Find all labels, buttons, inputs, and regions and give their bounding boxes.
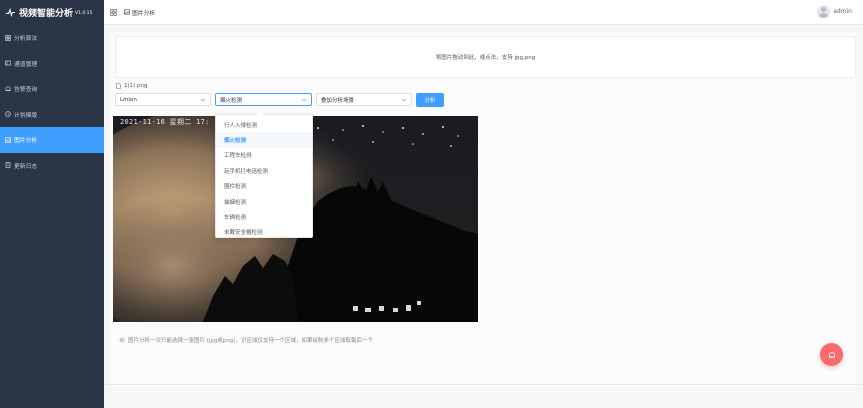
bell-icon [5,86,11,91]
sidebar-item-label: 图片分析 [14,138,38,145]
file-name: 1(1).png [116,83,148,89]
image-icon [5,137,11,143]
app-title: 视频智能分析 [19,8,74,19]
floating-action-button[interactable] [820,343,843,366]
dropdown-option[interactable]: 围栏检测 [216,179,312,194]
algorithm-select[interactable]: 烟火检测 [215,93,312,106]
sidebar-nav: 分析算法 通道管理 告警查询 计划模版 图片分析 更新日志 [0,25,104,178]
sidebar: 视频智能分析 V1.0.15 分析算法 通道管理 告警查询 计划模版 图片分析 … [0,0,104,408]
brand: 视频智能分析 V1.0.15 [0,0,104,24]
model-select-value: Lmlon [120,96,137,103]
algorithm-select-value: 烟火检测 [220,97,243,104]
sidebar-item-channel[interactable]: 通道管理 [0,51,104,77]
image-icon [124,9,130,15]
sidebar-item-image-analysis[interactable]: 图片分析 [0,127,104,153]
info-icon [119,337,125,343]
main-area: 将图片拖动到此，或点击，支持 jpg,png 1(1).png Lmlon 烟火… [104,25,863,408]
divider [104,384,863,385]
sidebar-item-plan[interactable]: 计划模版 [0,102,104,128]
algorithm-icon [5,34,11,41]
dropdown-option[interactable]: 未戴安全帽检测 [216,225,312,240]
timestamp-overlay: 2021-11-16 星期二 17: [120,118,210,126]
breadcrumb: 图片分析 [124,8,155,17]
sidebar-item-alarm[interactable]: 告警查询 [0,76,104,102]
sidebar-item-changelog[interactable]: 更新日志 [0,153,104,179]
scene-select-value: 叠加分析场景 [321,97,355,104]
user-menu[interactable]: admin [817,5,852,18]
sidebar-item-label: 分析算法 [14,36,38,43]
dropdown-option[interactable]: 行人入侵检测 [216,117,312,132]
model-select[interactable]: Lmlon [115,93,211,106]
app-version: V1.0.15 [75,11,93,16]
usage-tip-text: 图片分析一次只能选择一张图片 (jpg或png)，识区域仅支持一个区域，如果绘制… [128,338,374,344]
scene-select[interactable]: 叠加分析场景 [316,93,412,106]
sidebar-item-label: 计划模版 [14,112,38,119]
upload-hint: 将图片拖动到此，或点击，支持 jpg,png [435,55,536,61]
clock-icon [5,111,11,118]
top-bar: 图片分析 admin [104,0,863,25]
chevron-down-icon [401,98,407,102]
pulse-logo-icon [6,7,15,17]
dropdown-option[interactable]: 工程车检测 [216,148,312,163]
sidebar-item-label: 告警查询 [14,87,38,94]
username: admin [833,8,852,15]
menu-fold-icon[interactable] [110,8,117,16]
dropdown-option-selected[interactable]: 烟火检测 [216,132,312,148]
sidebar-item-label: 通道管理 [14,61,38,68]
file-icon [116,83,121,89]
chevron-up-icon [301,98,307,102]
chevron-down-icon [200,98,206,102]
breadcrumb-label: 图片分析 [132,10,156,17]
alert-icon [828,351,835,358]
sidebar-item-label: 更新日志 [14,163,38,170]
channel-icon [5,60,11,66]
document-icon [5,162,11,169]
dropdown-option[interactable]: 车辆检测 [216,209,312,224]
algorithm-dropdown: 行人入侵检测 烟火检测 工程车检测 玩手机打电话检测 围栏检测 抽烟检测 车辆检… [215,111,313,240]
upload-dropzone[interactable]: 将图片拖动到此，或点击，支持 jpg,png [115,36,856,78]
usage-tip: 图片分析一次只能选择一张图片 (jpg或png)，识区域仅支持一个区域，如果绘制… [115,333,856,347]
file-name-text: 1(1).png [124,83,148,89]
analyze-button[interactable]: 分析 [416,93,444,107]
dropdown-option[interactable]: 抽烟检测 [216,194,312,209]
avatar [817,5,831,18]
dropdown-option[interactable]: 玩手机打电话检测 [216,163,312,178]
sidebar-item-algorithm[interactable]: 分析算法 [0,25,104,51]
content-panel: 将图片拖动到此，或点击，支持 jpg,png 1(1).png Lmlon 烟火… [111,32,856,387]
